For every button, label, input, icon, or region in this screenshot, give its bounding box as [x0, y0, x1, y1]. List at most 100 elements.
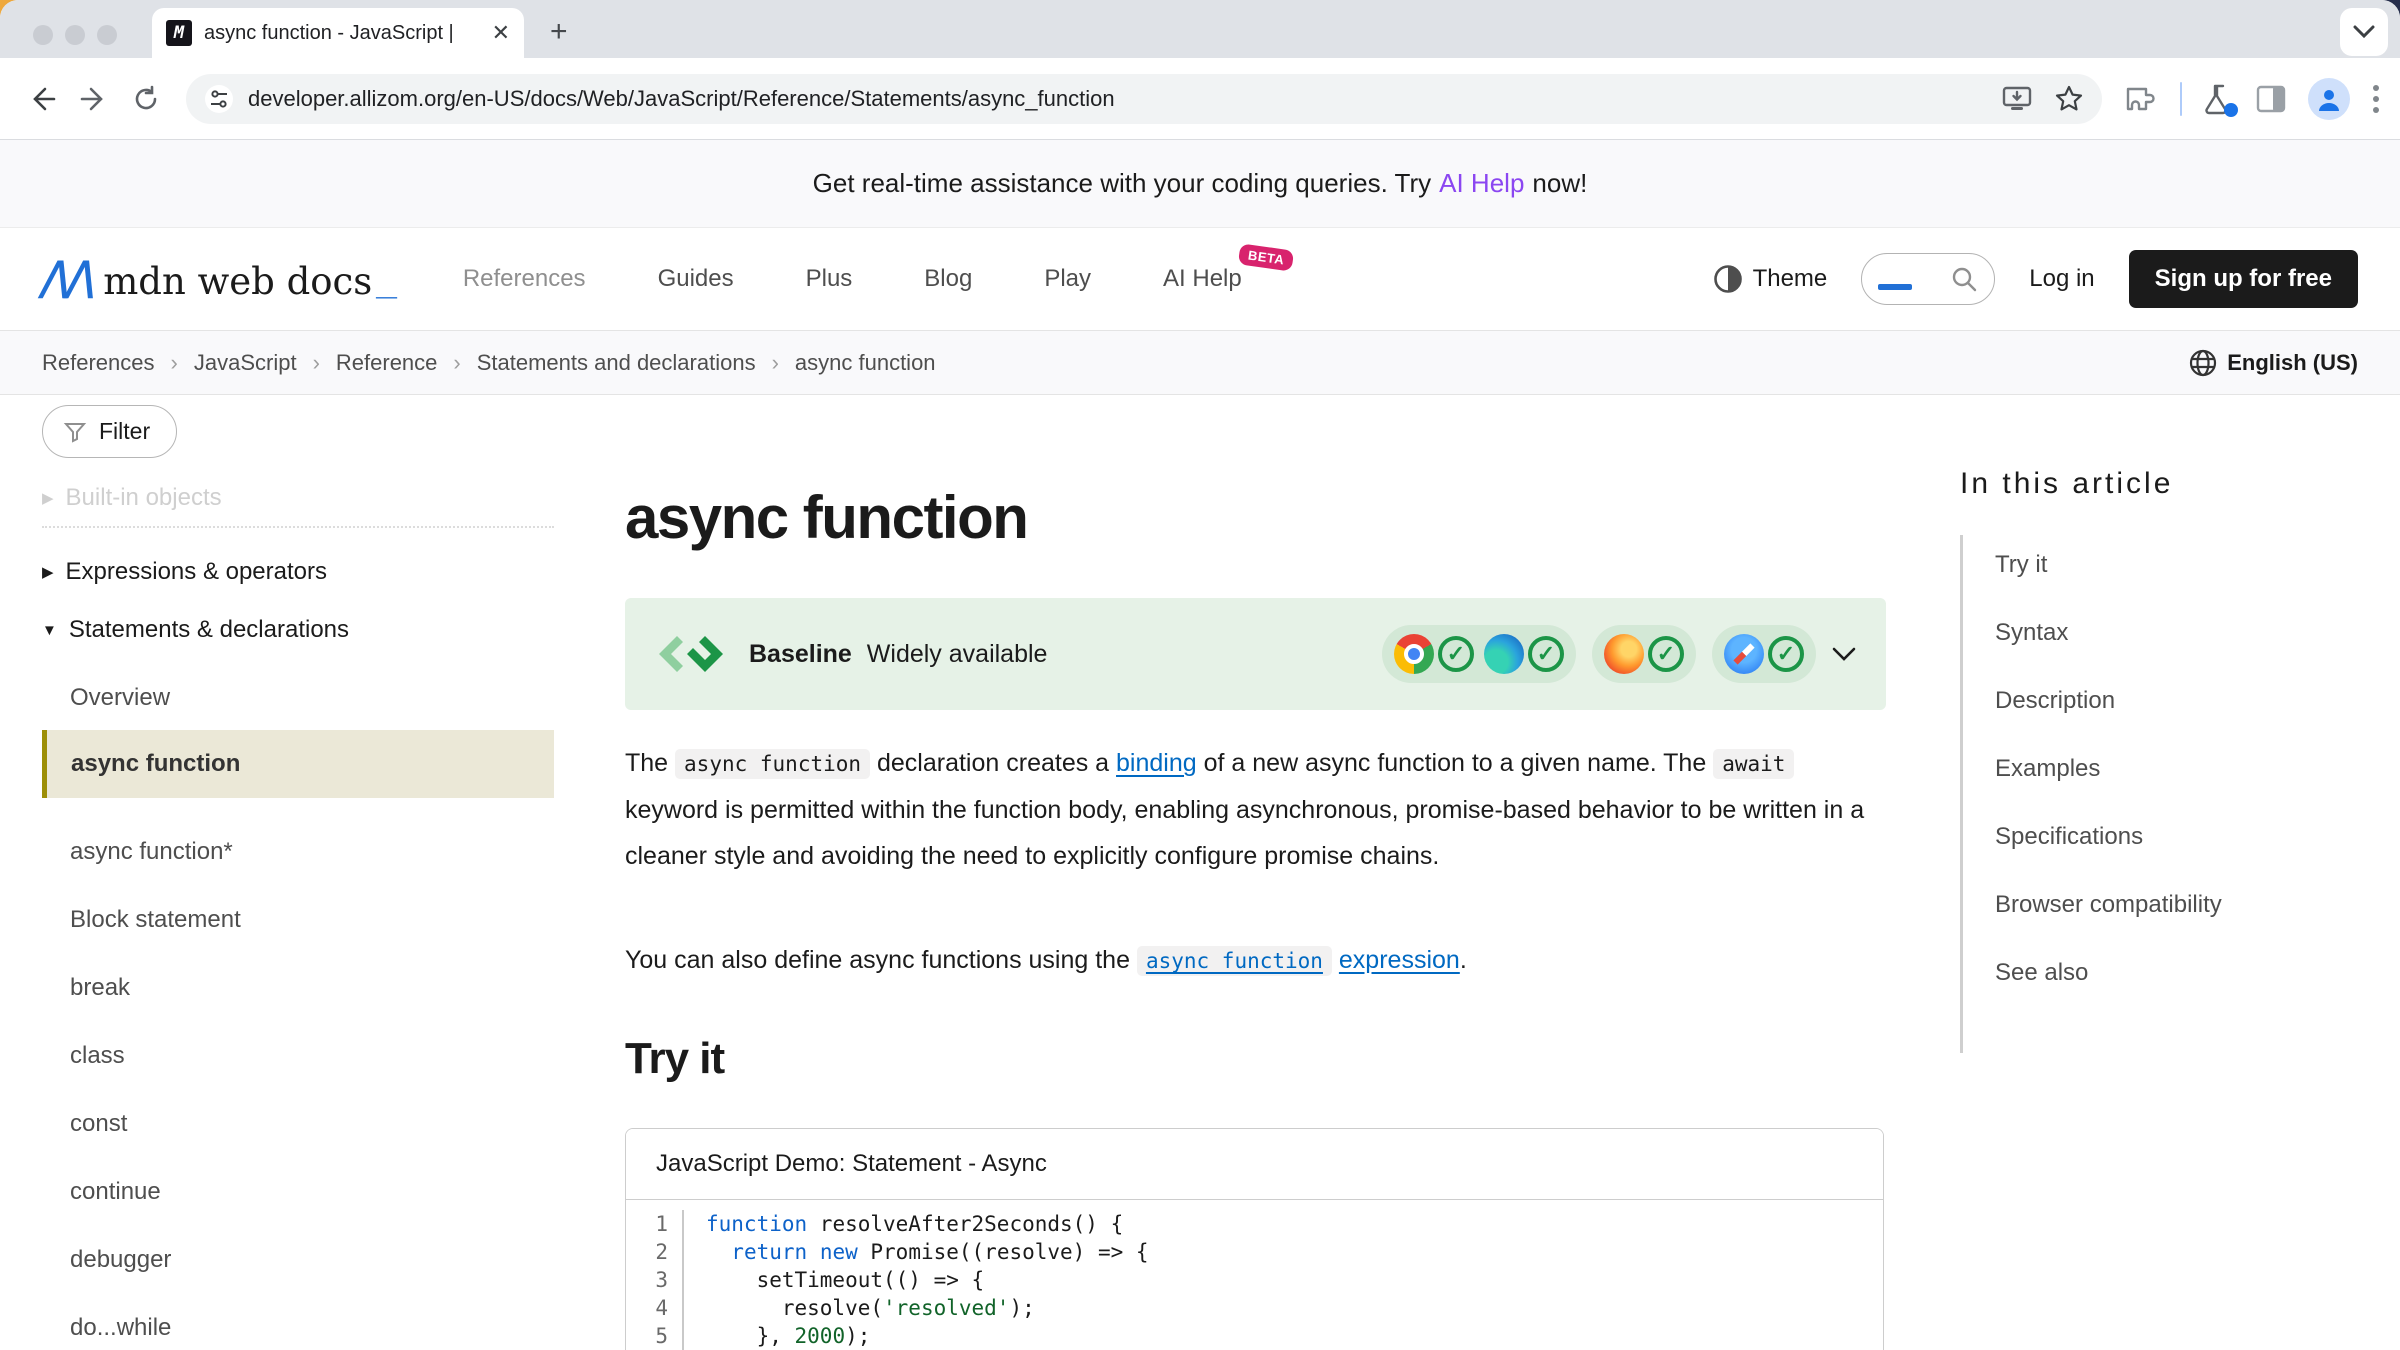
code-lines[interactable]: function resolveAfter2Seconds() { return… [684, 1210, 1149, 1350]
breadcrumb-separator: › [171, 350, 178, 376]
mdn-favicon: M [166, 20, 192, 46]
mdn-logo[interactable]: /\/\ mdn web docs _ [42, 255, 397, 303]
ai-help-link[interactable]: AI Help [1439, 168, 1524, 199]
toc-item: Try it [1995, 551, 2360, 579]
bookmark-star-icon[interactable] [2054, 84, 2084, 114]
search-input[interactable] [1861, 253, 1995, 305]
theme-icon [1713, 264, 1743, 294]
filter-button[interactable]: Filter [42, 405, 177, 458]
sidebar-item-class[interactable]: class [70, 1042, 554, 1070]
breadcrumb-item[interactable]: References [42, 350, 155, 376]
nav-guides[interactable]: Guides [658, 265, 734, 293]
nav-ai-help[interactable]: AI HelpBETA [1163, 265, 1242, 293]
baseline-status: Widely available [867, 640, 1048, 668]
promo-banner: Get real-time assistance with your codin… [0, 140, 2400, 228]
toc-link-specifications[interactable]: Specifications [1995, 823, 2143, 850]
breadcrumb-separator: › [453, 350, 460, 376]
side-panel-icon[interactable] [2256, 84, 2286, 114]
sidebar-section-toggle[interactable]: ▶Built-in objects [42, 484, 554, 512]
sidebar-item-async-function[interactable]: async function [42, 730, 554, 798]
theme-toggle[interactable]: Theme [1713, 264, 1828, 294]
toc-list: Try it Syntax Description Examples Specifica… [1960, 535, 2360, 1053]
maximize-window-button[interactable] [97, 25, 117, 45]
nav-blog[interactable]: Blog [924, 265, 972, 293]
forward-button[interactable] [72, 77, 116, 121]
install-app-icon[interactable] [2002, 85, 2032, 113]
browser-window: M async function - JavaScript | ✕ + deve… [0, 0, 2400, 1350]
sidebar-item-overview[interactable]: Overview [70, 684, 554, 712]
labs-button[interactable] [2204, 83, 2234, 115]
locale-label: English (US) [2227, 350, 2358, 376]
toc-link-try-it[interactable]: Try it [1995, 551, 2047, 578]
safari-supported-check-icon: ✓ [1768, 636, 1804, 672]
toc-link-browser-compatibility[interactable]: Browser compatibility [1995, 891, 2222, 918]
breadcrumb-item[interactable]: Statements and declarations [477, 350, 756, 376]
sidebar-section-toggle[interactable]: ▼Statements & declarations [42, 616, 554, 644]
nav-references[interactable]: References [463, 265, 586, 293]
url-bar[interactable]: developer.allizom.org/en-US/docs/Web/Jav… [186, 74, 2102, 124]
filter-funnel-icon [63, 420, 87, 444]
inline-code-link[interactable]: async function [1137, 946, 1332, 976]
sidebar-item-do-while[interactable]: do...while [70, 1314, 554, 1342]
demo-title: JavaScript Demo: Statement - Async [626, 1129, 1883, 1200]
tab-strip: M async function - JavaScript | ✕ + [0, 0, 2400, 58]
inline-link[interactable]: binding [1116, 749, 1197, 777]
sidebar-item-break[interactable]: break [70, 974, 554, 1002]
breadcrumb-bar: References›JavaScript›Reference›Statemen… [0, 330, 2400, 395]
browser-tab[interactable]: M async function - JavaScript | ✕ [152, 8, 524, 58]
url-text[interactable]: developer.allizom.org/en-US/docs/Web/Jav… [248, 86, 1990, 112]
window-controls[interactable] [33, 25, 117, 45]
toc-link-syntax[interactable]: Syntax [1995, 619, 2068, 646]
tab-close-icon[interactable]: ✕ [492, 20, 510, 46]
extensions-icon[interactable] [2126, 83, 2158, 115]
profile-avatar[interactable] [2308, 78, 2350, 120]
left-sidebar: Filter ▶Built-in objects ▶Expressions & o… [42, 405, 554, 1350]
nav-plus[interactable]: Plus [806, 265, 853, 293]
breadcrumb: References›JavaScript›Reference›Statemen… [42, 350, 936, 376]
sidebar-item-block-statement[interactable]: Block statement [70, 906, 554, 934]
site-settings-icon[interactable] [204, 84, 234, 114]
new-tab-button[interactable]: + [550, 14, 568, 50]
code-editor[interactable]: 123456 function resolveAfter2Seconds() {… [626, 1200, 1883, 1350]
toc-link-examples[interactable]: Examples [1995, 755, 2100, 782]
baseline-expand-chevron-icon[interactable] [1832, 647, 1856, 662]
menu-kebab-icon[interactable] [2372, 83, 2380, 115]
baseline-pill-chromium: ✓ ✓ [1382, 625, 1576, 683]
sidebar-item-const[interactable]: const [70, 1110, 554, 1138]
sidebar-item-debugger[interactable]: debugger [70, 1246, 554, 1274]
chrome-icon [1394, 634, 1434, 674]
reload-button[interactable] [124, 77, 168, 121]
breadcrumb-item[interactable]: async function [795, 350, 936, 376]
toc-item: Description [1995, 687, 2360, 715]
breadcrumb-item[interactable]: Reference [336, 350, 438, 376]
toc-item: Syntax [1995, 619, 2360, 647]
sidebar-item-continue[interactable]: continue [70, 1178, 554, 1206]
back-icon [28, 85, 56, 113]
tab-search-button[interactable] [2340, 8, 2388, 56]
locale-switcher[interactable]: English (US) [2189, 349, 2358, 377]
sidebar-section-toggle[interactable]: ▶Expressions & operators [42, 558, 554, 586]
baseline-banner: Baseline Widely available ✓ ✓ ✓ ✓ [625, 598, 1886, 710]
person-icon [2316, 86, 2342, 112]
baseline-label: Baseline [749, 640, 852, 668]
sidebar-item-async-function-[interactable]: async function* [70, 838, 554, 866]
inline-link[interactable]: expression [1339, 946, 1460, 974]
filter-label: Filter [99, 418, 150, 445]
breadcrumb-item[interactable]: JavaScript [194, 350, 297, 376]
baseline-pill-firefox: ✓ [1592, 625, 1696, 683]
nav-play[interactable]: Play [1044, 265, 1091, 293]
toc-link-see-also[interactable]: See also [1995, 959, 2088, 986]
minimize-window-button[interactable] [65, 25, 85, 45]
toolbar-divider [2180, 82, 2182, 116]
toc-link-description[interactable]: Description [1995, 687, 2115, 714]
mdn-logo-cursor: _ [376, 261, 397, 303]
firefox-icon [1604, 634, 1644, 674]
tryit-heading: Try it [625, 1034, 1886, 1084]
toc-sidebar: In this article Try itSyntaxDescriptionE… [1960, 467, 2360, 1053]
login-link[interactable]: Log in [2029, 265, 2094, 293]
promo-text-post: now! [1532, 168, 1587, 199]
signup-button[interactable]: Sign up for free [2129, 250, 2358, 308]
theme-label: Theme [1753, 265, 1828, 293]
back-button[interactable] [20, 77, 64, 121]
close-window-button[interactable] [33, 25, 53, 45]
